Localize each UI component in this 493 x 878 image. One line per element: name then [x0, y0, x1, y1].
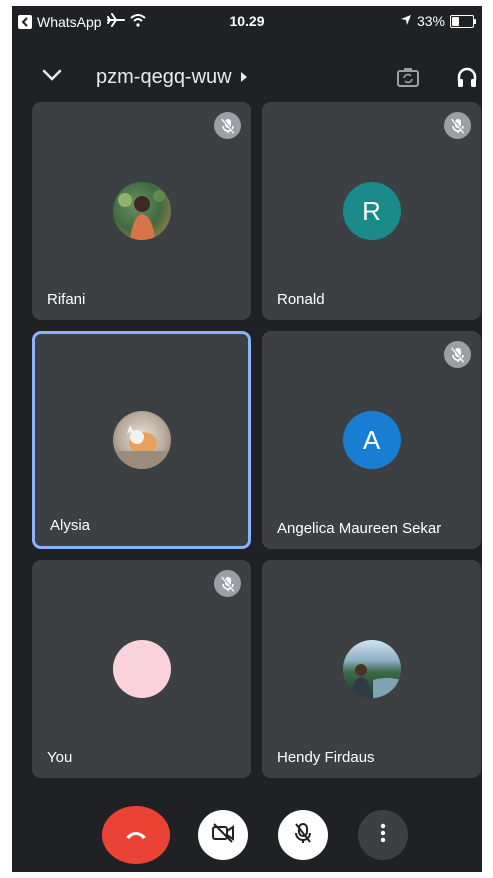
battery-percent: 33%	[416, 13, 445, 29]
avatar-photo	[112, 411, 171, 469]
participant-name: Ronald	[277, 291, 325, 308]
more-vert-icon	[380, 823, 386, 848]
participant-name: Alysia	[50, 517, 91, 534]
participant-tile-angelica[interactable]: A Angelica Maureen Sekar	[262, 331, 481, 549]
avatar-photo	[112, 182, 171, 240]
meeting-code: pzm-qegq-wuw	[96, 66, 232, 88]
avatar-photo	[342, 640, 401, 698]
participant-name: Angelica Maureen Sekar	[277, 520, 442, 537]
headphones-icon[interactable]	[456, 66, 478, 93]
more-options-button[interactable]	[358, 810, 408, 860]
participant-tile-ronald[interactable]: R Ronald	[262, 102, 481, 320]
battery-icon	[450, 14, 476, 28]
mic-off-icon	[214, 112, 241, 139]
meet-call-screen: WhatsApp 10.29 33% pzm-qegq-wuw Rifani R…	[12, 6, 482, 872]
switch-camera-icon[interactable]	[396, 66, 420, 93]
mic-off-icon	[444, 341, 471, 368]
participant-tile-hendy[interactable]: Hendy Firdaus	[262, 560, 481, 778]
participant-name: Hendy Firdaus	[277, 749, 375, 766]
mic-toggle-button[interactable]	[278, 810, 328, 860]
participant-name: You	[47, 749, 73, 766]
chevron-down-icon[interactable]	[42, 68, 62, 87]
location-icon	[400, 13, 412, 29]
camera-toggle-button[interactable]	[198, 810, 248, 860]
participant-tile-alysia[interactable]: Alysia	[32, 331, 251, 549]
avatar-initial: A	[342, 411, 401, 469]
end-call-button[interactable]	[102, 806, 170, 864]
participant-tile-you[interactable]: You	[32, 560, 251, 778]
avatar-blank	[112, 640, 171, 698]
avatar-initial: R	[342, 182, 401, 240]
participant-name: Rifani	[47, 291, 86, 308]
mic-off-icon	[214, 570, 241, 597]
status-bar: WhatsApp 10.29 33%	[12, 6, 482, 36]
call-controls	[12, 806, 482, 866]
play-arrow-icon	[240, 66, 248, 89]
participant-tile-rifani[interactable]: Rifani	[32, 102, 251, 320]
meeting-info[interactable]: pzm-qegq-wuw	[96, 66, 248, 89]
mic-off-icon	[444, 112, 471, 139]
mic-off-icon	[294, 822, 312, 849]
call-header: pzm-qegq-wuw	[12, 58, 482, 98]
video-off-icon	[211, 822, 235, 848]
